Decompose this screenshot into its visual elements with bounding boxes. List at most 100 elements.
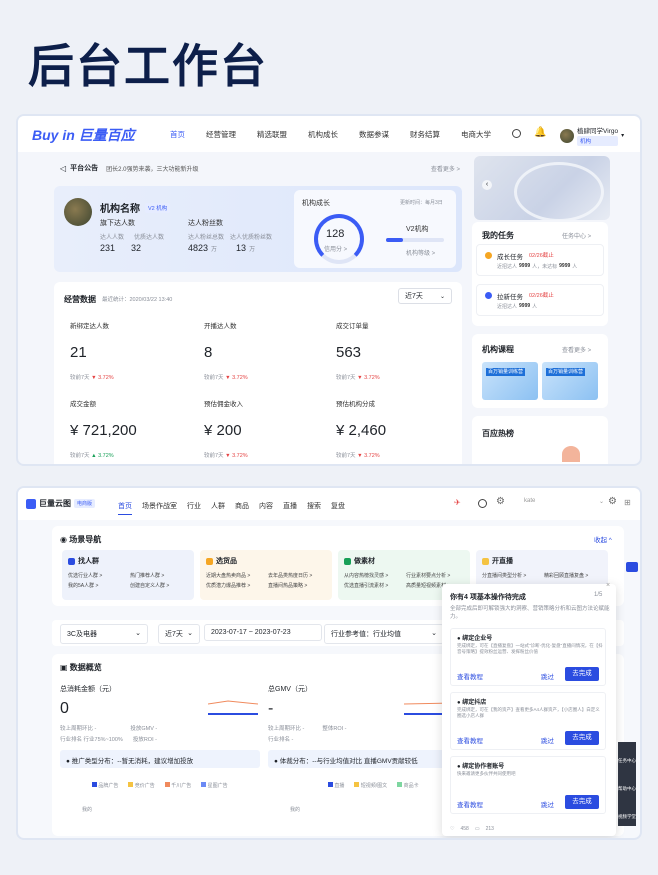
scene-link[interactable]: 优质潜力爆品推荐 > xyxy=(206,582,264,589)
scene-link[interactable]: 优选直播引流素材 > xyxy=(344,582,402,589)
m1-sub4: 投放ROI - xyxy=(132,737,157,743)
metric-value: 21 xyxy=(70,344,87,361)
nav2-home[interactable]: 首页 xyxy=(118,501,132,515)
scene-link[interactable]: 分直播间类型分析 > xyxy=(482,572,540,579)
growth-title: 机构成长 xyxy=(302,200,330,207)
nav-university[interactable]: 电商大学 xyxy=(461,129,491,140)
step-complete-button[interactable]: 去完成 xyxy=(565,667,599,681)
nav2-audience[interactable]: 人群 xyxy=(211,501,225,515)
scene-link[interactable]: 近期大盘热卖商品 > xyxy=(206,572,264,579)
task-item-growth[interactable]: 成长任务 02/26截止 近招达人 9999 人，未达标 9999 人 xyxy=(476,244,604,276)
scene-card-title: 选货品 xyxy=(216,558,237,565)
fans-v2: 13 xyxy=(236,243,247,253)
nav2-search[interactable]: 搜索 xyxy=(307,501,321,515)
nav2-product[interactable]: 商品 xyxy=(235,501,249,515)
date-range-picker[interactable]: 2023-07-17 ~ 2023-07-23 xyxy=(204,624,322,641)
nav2-content[interactable]: 内容 xyxy=(259,501,273,515)
main-nav: 首页 经营管理 精选联盟 机构成长 数据参谋 财务结算 电商大学 xyxy=(170,129,512,140)
banner-prev-icon[interactable]: ‹ xyxy=(482,180,492,190)
ref-select[interactable]: 行业参考值：行业均值 ⌄ xyxy=(324,624,444,644)
collapse-button[interactable]: 收起 ^ xyxy=(594,534,612,544)
chart1-axis-label: 我的 xyxy=(82,807,93,813)
m1-sub3: 行业排名 行业75%~100% xyxy=(60,737,123,743)
task-deadline: 02/26截止 xyxy=(529,293,554,299)
settings-icon-2[interactable]: ⚙ xyxy=(608,496,617,507)
metric-value: ¥ 200 xyxy=(204,422,242,439)
side-video-school[interactable]: 视频学堂 xyxy=(618,798,636,826)
account-select[interactable]: kate ⌄ xyxy=(524,498,604,510)
close-icon[interactable]: × xyxy=(606,582,610,589)
nav-growth[interactable]: 机构成长 xyxy=(308,129,338,140)
like-icon[interactable]: ♡ xyxy=(450,826,454,832)
nav-data[interactable]: 数据参谋 xyxy=(359,129,389,140)
scene-icon xyxy=(206,557,213,565)
step-skip-link[interactable]: 跳过 xyxy=(541,735,554,745)
apps-grid-icon[interactable]: ⊞ xyxy=(624,498,631,507)
nav-home[interactable]: 首页 xyxy=(170,129,185,140)
step-skip-link[interactable]: 跳过 xyxy=(541,799,554,809)
period-select[interactable]: 近7天 ⌄ xyxy=(398,288,452,304)
scene-link[interactable]: 从内容热榜找灵感 > xyxy=(344,572,402,579)
step-skip-link[interactable]: 跳过 xyxy=(541,671,554,681)
comment-icon[interactable]: ▭ xyxy=(475,826,480,832)
scene-link[interactable]: 精彩回顾直播复盘 > xyxy=(544,572,602,579)
nav2-review[interactable]: 复盘 xyxy=(331,501,345,515)
side-help-center[interactable]: 帮助中心 xyxy=(618,770,636,798)
metric-label: 预估佣金收入 xyxy=(204,401,243,408)
scene-link[interactable]: 行业素材要点分析 > xyxy=(406,572,464,579)
settings-icon[interactable] xyxy=(512,129,521,138)
top-navbar-2: 巨量云图 电商版 首页 场景作战室 行业 人群 商品 内容 直播 搜索 复盘 ✈… xyxy=(18,488,640,520)
announce-text[interactable]: 团长2.0强势来袭，三大功能新升级 xyxy=(106,164,198,173)
chat-float-icon[interactable] xyxy=(626,562,638,572)
legend2-item: 短视频/图文 xyxy=(354,782,387,789)
biz-update: 最近统计：2020/03/22 13:40 xyxy=(102,297,173,303)
task-item-newuser[interactable]: 拉新任务 02/26截止 近招达人 9999 人 xyxy=(476,284,604,316)
yuntu-logo[interactable]: 巨量云图 xyxy=(39,498,71,509)
scene-link[interactable]: 去年品类热度日历 > xyxy=(268,572,326,579)
period-select-2[interactable]: 近7天 ⌄ xyxy=(158,624,200,644)
bell-icon[interactable]: 🔔 xyxy=(534,127,546,138)
category-value: 3C及电器 xyxy=(67,631,97,638)
scene-link[interactable]: 热门推荐人群 > xyxy=(130,572,188,579)
metric-change: 3.72% xyxy=(232,453,248,459)
gear-icon[interactable]: ⚙ xyxy=(496,496,505,507)
nav2-live[interactable]: 直播 xyxy=(283,501,297,515)
step-guide-link[interactable]: 查看教程 xyxy=(457,799,483,809)
side-task-center[interactable]: 任务中心 xyxy=(618,742,636,770)
step-guide-link[interactable]: 查看教程 xyxy=(457,671,483,681)
nav2-industry[interactable]: 行业 xyxy=(187,501,201,515)
scene-link[interactable]: 直播间热品策略 > xyxy=(268,582,326,589)
courses-more-link[interactable]: 查看更多 > xyxy=(562,345,591,354)
task-center-link[interactable]: 任务中心 > xyxy=(562,231,591,240)
metric-value: 563 xyxy=(336,344,362,361)
scene-link[interactable]: 优选行业人群 > xyxy=(68,572,126,579)
nav-finance[interactable]: 财务结算 xyxy=(410,129,440,140)
trend-down-icon: ▼ xyxy=(225,375,231,381)
metric-compare: 较前7天 xyxy=(336,453,356,459)
metric-value: ¥ 721,200 xyxy=(70,422,137,439)
course-thumb-1[interactable]: 百万销量训练营 xyxy=(482,362,538,400)
legend1-label: 千川广告 xyxy=(171,783,192,789)
nav-alliance[interactable]: 精选联盟 xyxy=(257,129,287,140)
hot-title: 百应热榜 xyxy=(482,429,514,438)
nav2-war-room[interactable]: 场景作战室 xyxy=(142,501,177,515)
chat-icon[interactable] xyxy=(478,499,487,508)
credit-link[interactable]: 信用分 > xyxy=(324,244,347,253)
promo-banner[interactable]: ‹ xyxy=(474,156,610,220)
step-complete-button[interactable]: 去完成 xyxy=(565,731,599,745)
metric-label: 预估机构分成 xyxy=(336,401,375,408)
announce-more-link[interactable]: 查看更多 > xyxy=(431,164,460,173)
course-thumb-2[interactable]: 百万销量训练营 xyxy=(542,362,598,400)
rocket-icon[interactable]: ✈ xyxy=(454,498,461,507)
scene-link[interactable]: 我的5A人群 > xyxy=(68,582,126,589)
category-select[interactable]: 3C及电器 ⌄ xyxy=(60,624,148,644)
scene-link[interactable]: 创建自定义人群 > xyxy=(130,582,188,589)
level-link[interactable]: 机构等级 > xyxy=(406,248,435,257)
buyin-logo[interactable]: Buy in 巨量百应 xyxy=(32,125,135,145)
nav-operation[interactable]: 经营管理 xyxy=(206,129,236,140)
legend2-item: 直播 xyxy=(328,782,344,789)
step-guide-link[interactable]: 查看教程 xyxy=(457,735,483,745)
task-deadline: 02/26截止 xyxy=(529,253,554,259)
user-menu[interactable]: 植肆同学Virgo 机构 ▾ xyxy=(560,125,624,146)
step-complete-button[interactable]: 去完成 xyxy=(565,795,599,809)
